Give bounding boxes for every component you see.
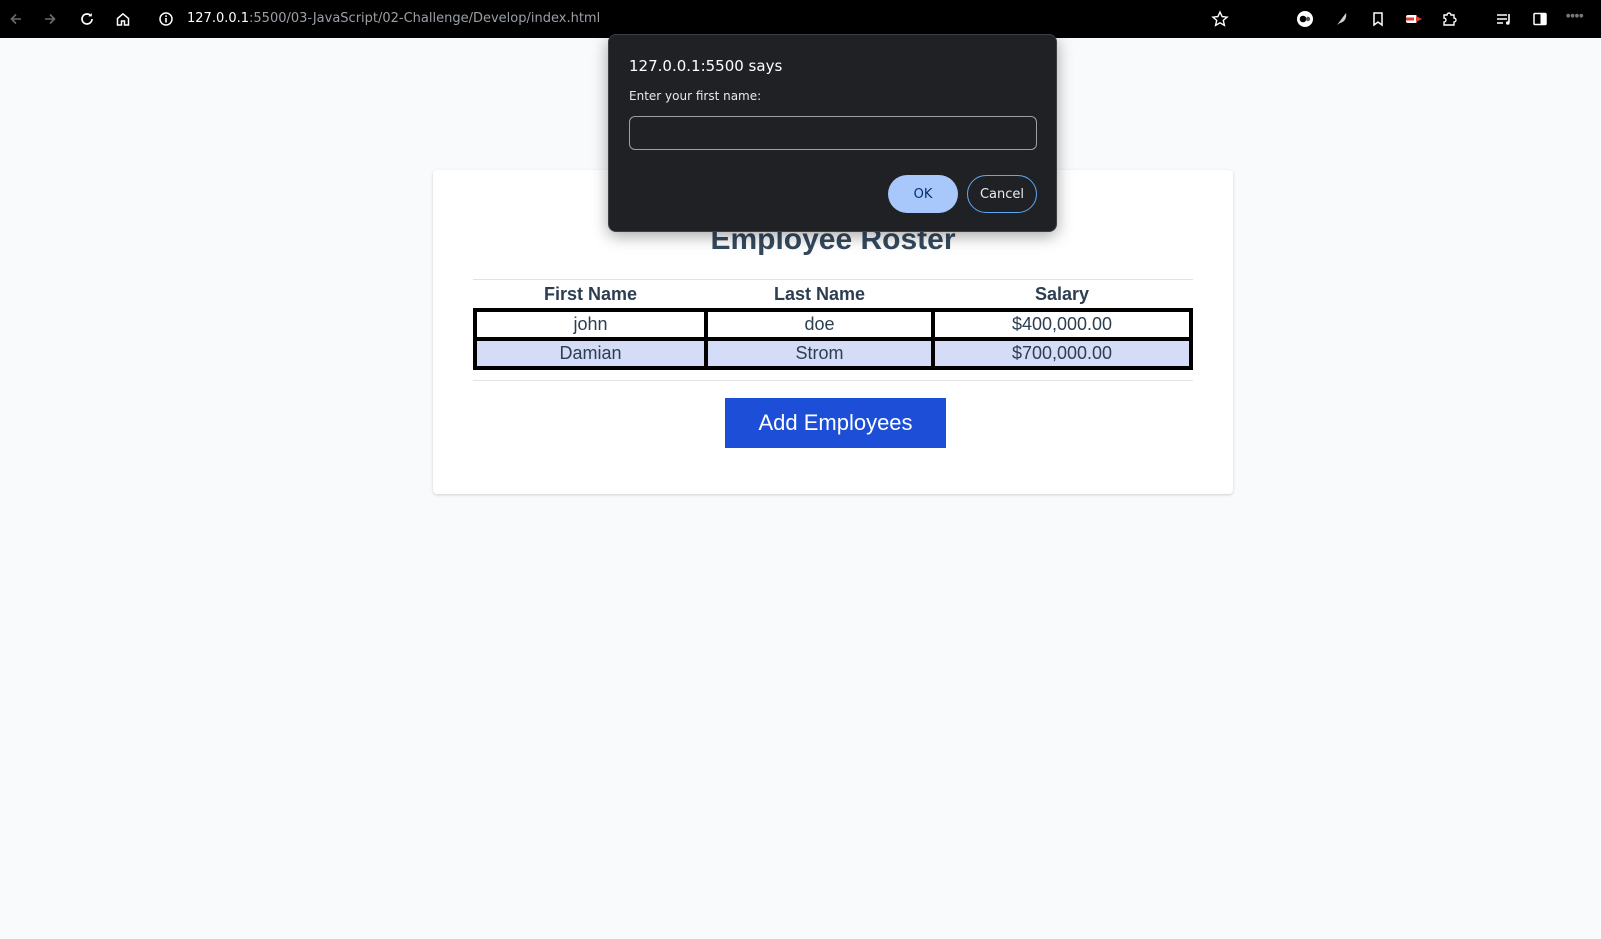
bookmark-icon[interactable] <box>1366 7 1390 31</box>
table-header-row: First Name Last Name Salary <box>475 280 1191 310</box>
profile-icon[interactable] <box>1293 7 1317 31</box>
header-first-name: First Name <box>543 283 638 304</box>
side-panel-icon[interactable] <box>1528 7 1552 31</box>
header-salary: Salary <box>1034 283 1090 304</box>
cancel-button[interactable]: Cancel <box>967 175 1037 213</box>
cell-salary: $700,000.00 <box>931 337 1193 370</box>
prompt-dialog: 127.0.0.1:5500 says Enter your first nam… <box>608 34 1057 232</box>
employee-table: First Name Last Name Salary john doe $40… <box>473 280 1193 370</box>
forward-arrow-icon[interactable] <box>38 7 62 31</box>
reload-icon[interactable] <box>75 7 99 31</box>
add-employees-button[interactable]: Add Employees <box>725 398 946 448</box>
extensions-puzzle-icon[interactable] <box>1438 7 1462 31</box>
address-bar[interactable]: 127.0.0.1:5500/03-JavaScript/02-Challeng… <box>187 9 600 29</box>
ok-button[interactable]: OK <box>888 175 958 213</box>
tiny-extension-icon[interactable]: ●●●● <box>1566 13 1583 19</box>
header-last-name: Last Name <box>773 283 866 304</box>
table-row: john doe $400,000.00 <box>473 308 1193 341</box>
table-row: Damian Strom $700,000.00 <box>473 337 1193 370</box>
site-info-icon[interactable] <box>154 7 178 31</box>
cell-last-name: doe <box>704 308 935 341</box>
dialog-title: 127.0.0.1:5500 says <box>629 57 783 75</box>
url-path: :5500/03-JavaScript/02-Challenge/Develop… <box>249 11 601 26</box>
first-name-input[interactable] <box>629 116 1037 150</box>
browser-toolbar: 127.0.0.1:5500/03-JavaScript/02-Challeng… <box>0 0 1601 38</box>
divider-bottom <box>473 380 1193 381</box>
cell-last-name: Strom <box>704 337 935 370</box>
record-extension-icon[interactable] <box>1402 7 1426 31</box>
url-host: 127.0.0.1 <box>187 11 250 26</box>
dialog-message: Enter your first name: <box>629 89 762 103</box>
cell-first-name: Damian <box>473 337 708 370</box>
home-icon[interactable] <box>111 7 135 31</box>
reading-list-icon[interactable] <box>1492 7 1516 31</box>
star-icon[interactable] <box>1208 7 1232 31</box>
feather-extension-icon[interactable] <box>1329 7 1353 31</box>
cell-first-name: john <box>473 308 708 341</box>
cell-salary: $400,000.00 <box>931 308 1193 341</box>
back-arrow-icon[interactable] <box>4 7 28 31</box>
